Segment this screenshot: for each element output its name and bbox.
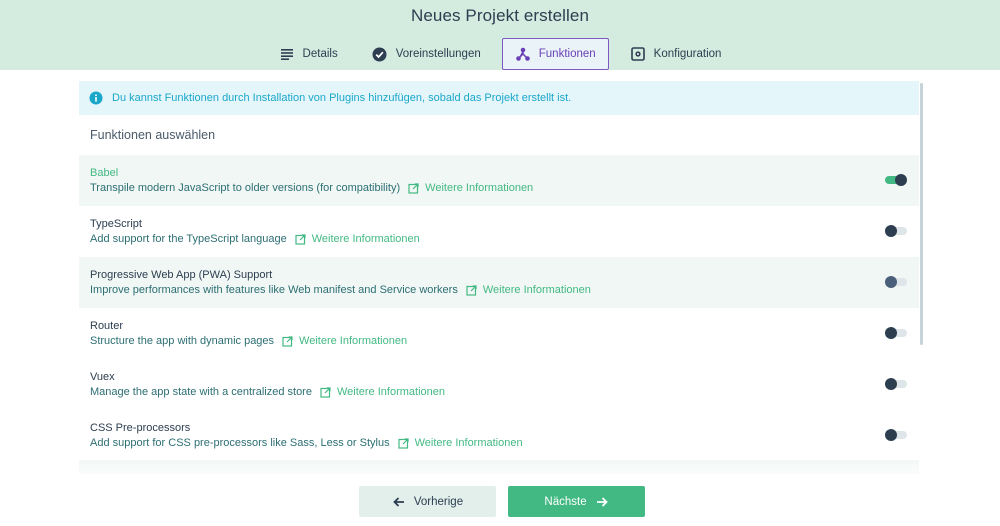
feature-toggle[interactable] (885, 378, 907, 390)
feature-description: Add support for CSS pre-processors like … (90, 437, 390, 449)
tab-label: Voreinstellungen (395, 48, 481, 60)
next-button[interactable]: Nächste (508, 486, 645, 517)
external-link-icon (295, 233, 306, 245)
scroll-fade (79, 458, 919, 480)
feature-item-babel[interactable]: Babel Transpile modern JavaScript to old… (79, 155, 919, 206)
feature-description: Add support for the TypeScript language (90, 233, 287, 245)
feature-item-router[interactable]: Router Structure the app with dynamic pa… (79, 308, 919, 359)
tab-presets[interactable]: Voreinstellungen (359, 38, 494, 70)
feature-description: Improve performances with features like … (90, 284, 458, 296)
feature-item-vuex[interactable]: Vuex Manage the app state with a central… (79, 359, 919, 410)
info-banner: Du kannst Funktionen durch Installation … (79, 81, 919, 115)
previous-button[interactable]: Vorherige (359, 486, 496, 517)
features-panel: Du kannst Funktionen durch Installation … (79, 81, 919, 474)
more-info-link[interactable]: Weitere Informationen (466, 283, 591, 297)
more-info-link[interactable]: Weitere Informationen (282, 334, 407, 348)
external-link-icon (397, 437, 409, 449)
tab-details[interactable]: Details (266, 38, 351, 70)
tab-features[interactable]: Funktionen (501, 38, 609, 70)
feature-description: Structure the app with dynamic pages (90, 335, 275, 347)
feature-description: Transpile modern JavaScript to older ver… (90, 182, 401, 194)
more-info-link[interactable]: Weitere Informationen (408, 181, 533, 195)
feature-name: CSS Pre-processors (90, 422, 191, 434)
feature-name: TypeScript (90, 218, 142, 230)
header: Neues Projekt erstellen Details Voreinst… (0, 0, 1000, 70)
tab-configuration[interactable]: Konfiguration (617, 38, 735, 70)
external-link-icon (466, 284, 477, 296)
tab-label: Konfiguration (653, 48, 722, 60)
feature-name: Babel (90, 167, 119, 179)
tab-label: Details (302, 48, 338, 60)
feature-name: Vuex (90, 371, 115, 383)
scrollbar[interactable] (920, 83, 923, 345)
list-icon (279, 46, 295, 62)
settings-box-icon (630, 46, 646, 62)
feature-name: Progressive Web App (PWA) Support (90, 269, 273, 281)
arrow-left-icon (392, 495, 406, 509)
feature-toggle[interactable] (885, 225, 907, 237)
feature-item-css-preprocessors[interactable]: CSS Pre-processors Add support for CSS p… (79, 410, 919, 461)
external-link-icon (282, 335, 293, 347)
tab-label: Funktionen (538, 48, 596, 60)
section-title: Funktionen auswählen (90, 128, 216, 142)
feature-description: Manage the app state with a centralized … (90, 386, 312, 398)
external-link-icon (320, 386, 331, 398)
feature-name: Router (90, 320, 124, 332)
feature-toggle[interactable] (885, 429, 907, 441)
more-info-link[interactable]: Weitere Informationen (295, 232, 420, 246)
fork-icon (515, 46, 531, 62)
more-info-link[interactable]: Weitere Informationen (320, 385, 445, 399)
feature-toggle[interactable] (885, 276, 907, 288)
external-link-icon (408, 182, 419, 194)
feature-item-pwa[interactable]: Progressive Web App (PWA) Support Improv… (79, 257, 919, 308)
arrow-right-icon (595, 495, 609, 509)
next-label: Nächste (544, 495, 587, 508)
previous-label: Vorherige (413, 495, 464, 508)
page-title: Neues Projekt erstellen (410, 6, 590, 25)
more-info-link[interactable]: Weitere Informationen (397, 436, 523, 450)
info-icon (89, 91, 103, 105)
check-circle-icon (372, 46, 388, 62)
feature-toggle[interactable] (885, 174, 907, 186)
feature-toggle[interactable] (885, 327, 907, 339)
feature-item-typescript[interactable]: TypeScript Add support for the TypeScrip… (79, 206, 919, 257)
tab-bar: Details Voreinstellungen Funktionen Konf… (0, 38, 1000, 70)
info-text: Du kannst Funktionen durch Installation … (112, 92, 572, 104)
